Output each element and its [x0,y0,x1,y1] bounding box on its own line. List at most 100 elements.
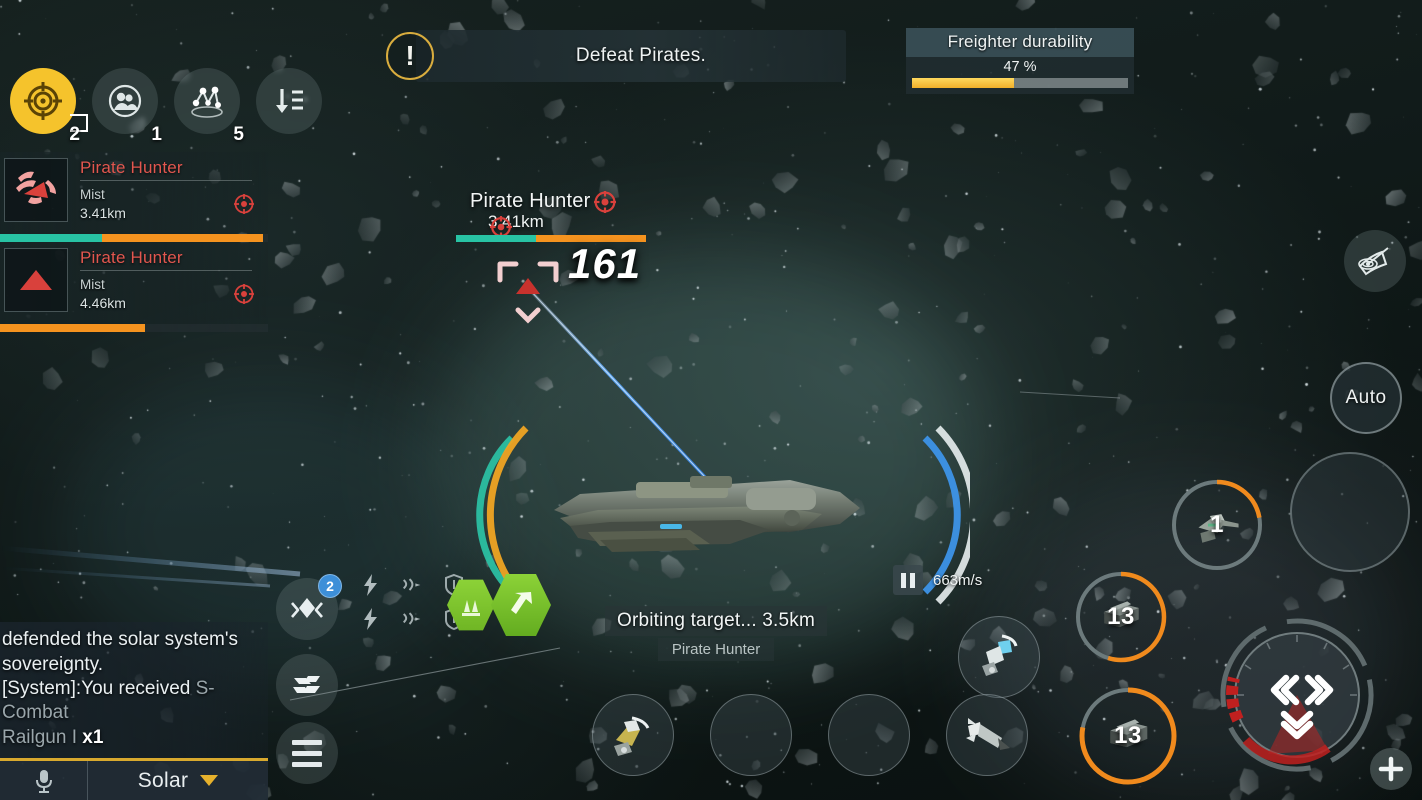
throttle-dial[interactable] [1218,616,1376,774]
ammo-b-count: 13 [1114,722,1142,749]
target-list-item[interactable]: Pirate Hunter Mist 4.46km [0,242,268,332]
mission-objective-text: Defeat Pirates. [575,45,707,66]
target-health-bar [0,234,268,242]
target-thumbnail [4,248,68,312]
sidebar-item-fleet[interactable]: 1 [92,68,162,145]
plus-icon [1378,756,1404,782]
chat-panel[interactable]: defended the solar system's sovereignty. [… [0,622,268,800]
freighter-progress-fill [912,78,1014,88]
speed-value: 663m/s [933,571,983,589]
freighter-durability-panel: Freighter durability 47 % [906,28,1134,94]
target-shield-fill [0,234,102,242]
red-triangle-icon [20,270,52,290]
orbit-target-name: Pirate Hunter [657,638,775,661]
loot-button[interactable]: 2 [276,574,342,640]
warp-speed-icon [402,612,421,625]
pause-button[interactable] [893,565,923,595]
sidebar-item-constellation[interactable]: 5 [174,68,244,145]
mission-banner[interactable]: ! Defeat Pirates. [386,30,846,82]
targets-button[interactable] [10,68,76,134]
lightning-icon [364,608,377,630]
turret-slot[interactable]: 1 [1170,478,1264,572]
afterburner-buff[interactable] [491,573,551,637]
world-target-shield-fill [456,235,536,242]
ammo-a-count: 13 [1107,603,1135,630]
empty-slot-3[interactable] [828,694,910,776]
hamburger-menu-button[interactable] [276,722,338,784]
chevron-down-icon [200,775,219,786]
constellation-map-icon [191,86,223,118]
targets-badge-count: 2 [69,124,80,145]
drone-slot-1[interactable] [592,694,674,776]
target-divider [80,270,252,271]
cargo-crate-icon [293,676,320,693]
target-lock-icon[interactable] [234,194,254,214]
fleet-button[interactable] [92,68,158,134]
target-list[interactable]: Pirate Hunter Mist 3.41km Pirate Hunter … [0,152,268,332]
pause-icon [901,572,906,588]
sidebar-item-sort[interactable] [256,68,322,134]
drone-ship-icon [614,716,650,756]
warp-speed-icon [402,578,421,591]
chat-line: Railgun I x1 [2,726,104,748]
microphone-button[interactable] [0,761,88,800]
constellation-badge-count: 5 [233,124,244,145]
damage-number: 161 [568,240,642,287]
orbit-status: Orbiting target... 3.5km Pirate Hunter [596,606,836,661]
target-armor-fill [101,234,263,242]
buff-hex-row[interactable] [447,572,551,638]
target-reticle [497,261,559,324]
sort-button[interactable] [256,68,322,134]
drone-slot-raised[interactable] [958,616,1040,698]
freighter-progress-track [912,78,1128,88]
fleet-badge-count: 1 [151,124,162,145]
cargo-button[interactable] [276,654,338,716]
chat-channel-selector[interactable]: Solar [88,769,268,793]
radar-button[interactable] [1344,230,1406,292]
lightning-icon [364,574,377,596]
add-button[interactable] [1370,748,1412,790]
constellation-button[interactable] [174,68,240,134]
orbit-status-text: Orbiting target... 3.5km [604,606,828,636]
chat-channel-label: Solar [137,768,189,792]
chat-input-bar[interactable]: Solar [0,758,268,800]
empty-slot-2[interactable] [710,694,792,776]
large-empty-slot[interactable] [1290,452,1410,572]
ammo-slot-b[interactable]: 13 [1078,686,1178,786]
module-column[interactable]: 2 [276,574,342,730]
auto-button[interactable]: Auto [1330,362,1402,434]
missile-icon [966,718,1010,750]
player-ship [554,476,860,552]
diamond-loot-icon [291,598,323,618]
crosshair-target-icon[interactable] [594,190,617,213]
freighter-title: Freighter durability [906,28,1134,57]
loot-badge-count: 2 [318,574,342,598]
target-list-item[interactable]: Pirate Hunter Mist 3.41km [0,152,268,242]
turret-count: 1 [1210,511,1224,538]
target-divider [80,180,252,181]
sidebar-item-targets[interactable]: 2 [10,68,88,145]
hud-top-icon-bar[interactable]: 2 1 5 [10,68,322,145]
ammo-slot-a[interactable]: 13 [1074,570,1168,664]
pirate-chevron-icon [16,171,56,204]
chat-line: defended the solar system's [2,629,238,651]
blue-drone-icon [982,634,1018,676]
target-thumbnail [4,158,68,222]
world-target-name: Pirate Hunter [470,190,591,212]
speed-indicator[interactable]: 663m/s [893,565,982,595]
shield-boost-buff[interactable] [447,579,495,631]
arrow-boost-icon [511,592,532,614]
target-name: Pirate Hunter [80,158,183,177]
crosshair-target-icon [24,82,62,120]
missile-slot-4[interactable] [946,694,1028,776]
target-armor-fill [0,324,145,332]
alert-exclamation-icon: ! [386,32,434,80]
ability-slot-row[interactable] [592,694,1028,776]
target-lock-icon[interactable] [234,284,254,304]
chat-log[interactable]: defended the solar system's sovereignty. [… [0,622,268,758]
sort-descending-icon [276,89,303,113]
chat-line: sovereignty. [2,653,104,675]
mission-bar[interactable]: Defeat Pirates. [416,30,846,82]
freighter-percent-label: 47 % [1003,59,1037,75]
world-target-marker: Pirate Hunter 3.41km 161 [452,190,752,287]
